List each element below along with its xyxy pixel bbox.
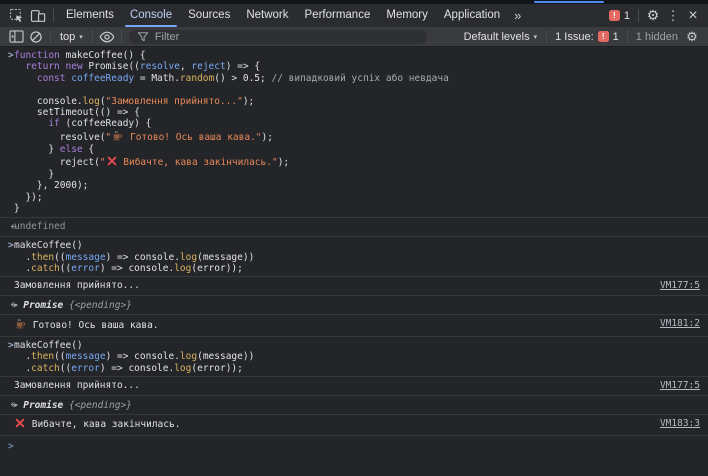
kebab-menu-icon[interactable]: ⋮: [663, 6, 683, 26]
divider: [53, 9, 54, 22]
device-toolbar-icon[interactable]: [27, 6, 49, 26]
funnel-icon: [137, 31, 149, 41]
tab-performance[interactable]: Performance: [297, 4, 379, 27]
divider: [546, 30, 548, 43]
source-link[interactable]: VM183:3: [648, 418, 708, 431]
issues-count: 1: [612, 30, 619, 43]
divider: [91, 30, 93, 43]
console-settings-gear-icon[interactable]: ⚙: [682, 27, 702, 47]
return-value-arrow-icon: [0, 299, 17, 313]
source-link[interactable]: VM177:5: [648, 380, 708, 393]
return-value-arrow-icon: [0, 221, 17, 235]
source-link[interactable]: VM181:2: [648, 318, 708, 331]
inspect-element-icon[interactable]: [5, 6, 27, 26]
devtools-tabbar: Elements Console Sources Network Performance…: [0, 4, 708, 27]
tab-console[interactable]: Console: [122, 4, 180, 27]
tabbar-right: ! 1 ⚙ ⋮ ×: [605, 6, 703, 26]
return-value-arrow-icon: [0, 399, 17, 413]
console-entry-log: Замовлення прийнято... VM177:5: [0, 377, 708, 396]
message-text: Вибачте, кава закінчилась.: [14, 418, 648, 433]
console-entry-promise: ▶ Promise {<pending>}: [0, 296, 708, 316]
code-block: function makeCoffee() { return new Promi…: [14, 50, 449, 215]
divider: [120, 30, 122, 43]
xmark-icon: [107, 156, 117, 169]
browser-tab-highlight: [534, 1, 604, 3]
hidden-messages-label: 1 hidden: [635, 30, 678, 43]
code-block: makeCoffee() .then((message) => console.…: [14, 339, 255, 374]
message-text: Замовлення прийнято...: [14, 380, 140, 392]
tabs: Elements Console Sources Network Performance…: [58, 4, 508, 27]
chevron-down-icon: ▾: [533, 33, 538, 41]
issues-label: 1 Issue:: [555, 30, 594, 43]
context-selector[interactable]: top ▾: [55, 31, 88, 43]
divider: [50, 30, 51, 43]
more-tabs-button[interactable]: »: [508, 8, 527, 23]
live-expression-eye-icon[interactable]: [97, 28, 117, 46]
tab-elements[interactable]: Elements: [58, 4, 122, 27]
xmark-icon: [15, 418, 25, 433]
message-text: ▶ Promise {<pending>}: [14, 399, 132, 411]
devtools-window: Elements Console Sources Network Performance…: [0, 0, 708, 476]
clear-console-icon[interactable]: [26, 28, 46, 46]
tab-network[interactable]: Network: [238, 4, 296, 27]
console-entry-log: Вибачте, кава закінчилась. VM183:3: [0, 415, 708, 436]
coffee-icon: [15, 318, 26, 334]
toolbar-right: Default levels ▾ 1 Issue: ! 1 1 hidden ⚙: [459, 27, 702, 47]
console-entry-log: Готово! Ось ваша кава. VM181:2: [0, 315, 708, 337]
console-entry-promise: ▶ Promise {<pending>}: [0, 396, 708, 416]
tab-sources[interactable]: Sources: [180, 4, 238, 27]
close-icon[interactable]: ×: [683, 6, 703, 26]
message-text: undefined: [14, 220, 66, 232]
console-entry-result: undefined: [0, 218, 708, 238]
console-sidebar-icon[interactable]: [6, 28, 26, 46]
chevron-down-icon: ▾: [79, 33, 83, 41]
message-text: Замовлення прийнято...: [14, 280, 140, 292]
filter-placeholder: Filter: [154, 30, 180, 43]
input-chevron-icon: >: [8, 240, 14, 252]
console-entry-input: > makeCoffee() .then((message) => console…: [0, 237, 708, 278]
console-output: > function makeCoffee() { return new Prom…: [0, 47, 708, 476]
filter-input[interactable]: Filter: [128, 29, 427, 44]
console-toolbar: top ▾ Filter Default levels ▾ 1 Issue: ! 1…: [0, 27, 708, 47]
log-levels-dropdown[interactable]: Default levels ▾: [459, 31, 543, 43]
expand-triangle-icon[interactable]: ▶: [14, 301, 18, 309]
console-entry-prompt[interactable]: >: [0, 436, 708, 455]
settings-gear-icon[interactable]: ⚙: [643, 6, 663, 26]
input-chevron-icon: >: [8, 50, 14, 61]
prompt-chevron-icon: >: [8, 440, 14, 452]
error-badge-icon: !: [608, 10, 620, 21]
console-entry-input: > makeCoffee() .then((message) => console…: [0, 337, 708, 378]
source-link[interactable]: VM177:5: [648, 280, 708, 293]
error-count: 1: [623, 9, 630, 22]
code-block: makeCoffee() .then((message) => console.…: [14, 240, 255, 274]
divider: [638, 9, 639, 22]
console-entry-input: > function makeCoffee() { return new Prom…: [0, 47, 708, 218]
message-text: Готово! Ось ваша кава.: [14, 318, 648, 334]
divider: [626, 30, 628, 43]
issues-counter-button[interactable]: 1 Issue: ! 1: [551, 31, 623, 43]
console-errors-badge[interactable]: ! 1: [605, 10, 634, 22]
input-chevron-icon: >: [8, 339, 14, 351]
message-text: ▶ Promise {<pending>}: [14, 299, 132, 311]
tab-memory[interactable]: Memory: [378, 4, 436, 27]
console-entry-log: Замовлення прийнято... VM177:5: [0, 277, 708, 296]
expand-triangle-icon[interactable]: ▶: [14, 401, 18, 409]
issue-badge-icon: !: [597, 31, 609, 42]
coffee-icon: [112, 130, 123, 144]
tab-application[interactable]: Application: [436, 4, 508, 27]
